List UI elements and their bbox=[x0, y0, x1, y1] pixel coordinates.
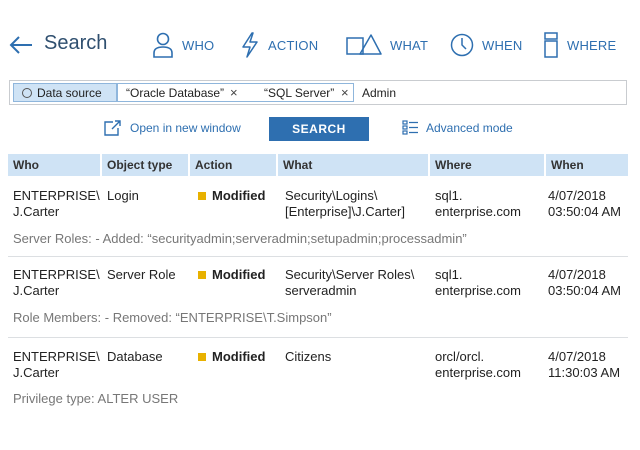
back-button[interactable] bbox=[8, 33, 34, 57]
column-header-who[interactable]: Who bbox=[8, 154, 100, 176]
open-new-window-label: Open in new window bbox=[130, 121, 241, 135]
list-icon bbox=[402, 120, 418, 135]
nav-where[interactable]: WHERE bbox=[543, 30, 616, 60]
nav-what[interactable]: WHAT bbox=[346, 30, 428, 60]
filter-value-sqlserver: “SQL Server” bbox=[264, 86, 335, 100]
status-square-icon bbox=[198, 192, 206, 200]
data-source-label: Data source bbox=[37, 85, 102, 100]
cell-who: ENTERPRISE\ J.Carter bbox=[13, 349, 100, 380]
row-detail: Privilege type: ALTER USER bbox=[13, 391, 179, 406]
search-bar: Data source “Oracle Database” × “SQL Ser… bbox=[9, 80, 627, 105]
row-divider bbox=[8, 256, 628, 257]
nav-when-label: WHEN bbox=[482, 37, 523, 53]
clock-icon bbox=[450, 33, 474, 57]
action-label: Modified bbox=[212, 349, 266, 364]
cell-object-type: Server Role bbox=[107, 267, 176, 282]
external-window-icon bbox=[104, 120, 121, 136]
advanced-mode-label: Advanced mode bbox=[426, 120, 513, 135]
column-header-object-type[interactable]: Object type bbox=[102, 154, 188, 176]
column-header-what[interactable]: What bbox=[278, 154, 428, 176]
lightning-icon bbox=[242, 32, 258, 58]
cell-where: orcl/orcl. enterprise.com bbox=[435, 349, 521, 380]
search-button[interactable]: SEARCH bbox=[269, 117, 369, 141]
row-divider bbox=[8, 337, 628, 338]
cell-action: Modified bbox=[198, 188, 265, 204]
cell-action: Modified bbox=[198, 349, 265, 365]
filter-value-oracle: “Oracle Database” bbox=[126, 86, 225, 100]
object-shapes-icon bbox=[346, 34, 382, 55]
cell-what: Citizens bbox=[285, 349, 332, 364]
nav-who-label: WHO bbox=[182, 37, 215, 53]
table-row[interactable]: ENTERPRISE\ J.Carter Server Role Modifie… bbox=[8, 265, 628, 335]
page-title: Search bbox=[44, 32, 108, 54]
user-icon bbox=[153, 32, 173, 58]
nav-where-label: WHERE bbox=[567, 37, 617, 53]
table-row[interactable]: ENTERPRISE\ J.Carter Database Modified C… bbox=[8, 347, 628, 417]
cell-where: sql1. enterprise.com bbox=[435, 267, 521, 298]
filter-values: “Oracle Database” × “SQL Server” × bbox=[117, 83, 354, 102]
cell-object-type: Database bbox=[107, 349, 163, 364]
cell-who: ENTERPRISE\ J.Carter bbox=[13, 267, 100, 298]
cell-action: Modified bbox=[198, 267, 265, 283]
action-label: Modified bbox=[212, 188, 266, 203]
column-header-where[interactable]: Where bbox=[430, 154, 544, 176]
search-input[interactable] bbox=[362, 86, 612, 100]
cell-what: Security\Logins\ [Enterprise]\J.Carter] bbox=[285, 188, 405, 219]
status-square-icon bbox=[198, 353, 206, 361]
action-label: Modified bbox=[212, 267, 266, 282]
column-header-when[interactable]: When bbox=[546, 154, 628, 176]
cell-when: 4/07/2018 11:30:03 AM bbox=[548, 349, 621, 380]
nav-when[interactable]: WHEN bbox=[450, 30, 523, 60]
column-header-action[interactable]: Action bbox=[190, 154, 276, 176]
data-source-filter[interactable]: Data source bbox=[13, 83, 117, 102]
cell-who: ENTERPRISE\ J.Carter bbox=[13, 188, 100, 219]
nav-action-label: ACTION bbox=[268, 37, 319, 53]
nav-action[interactable]: ACTION bbox=[240, 30, 318, 60]
cell-when: 4/07/2018 03:50:04 AM bbox=[548, 267, 621, 298]
nav-what-label: WHAT bbox=[390, 37, 429, 53]
cell-where: sql1. enterprise.com bbox=[435, 188, 521, 219]
nav-who[interactable]: WHO bbox=[152, 30, 214, 60]
radio-icon bbox=[22, 87, 32, 98]
cell-when: 4/07/2018 03:50:04 AM bbox=[548, 188, 621, 219]
cell-object-type: Login bbox=[107, 188, 139, 203]
status-square-icon bbox=[198, 271, 206, 279]
open-new-window-link[interactable]: Open in new window bbox=[104, 120, 241, 136]
arrow-left-icon bbox=[9, 36, 32, 54]
row-detail: Server Roles: - Added: “securityadmin;se… bbox=[13, 231, 467, 246]
search-header: Search WHO ACTION WHAT WHEN WHERE bbox=[0, 0, 640, 90]
server-icon bbox=[544, 32, 558, 58]
remove-oracle-icon[interactable]: × bbox=[230, 85, 238, 100]
results-table-header: Who Object type Action What Where When bbox=[8, 154, 628, 176]
row-detail: Role Members: - Removed: “ENTERPRISE\T.S… bbox=[13, 310, 332, 325]
advanced-mode-link[interactable]: Advanced mode bbox=[402, 120, 513, 135]
cell-what: Security\Server Roles\ serveradmin bbox=[285, 267, 415, 298]
remove-sqlserver-icon[interactable]: × bbox=[341, 85, 349, 100]
table-row[interactable]: ENTERPRISE\ J.Carter Login Modified Secu… bbox=[8, 186, 628, 256]
